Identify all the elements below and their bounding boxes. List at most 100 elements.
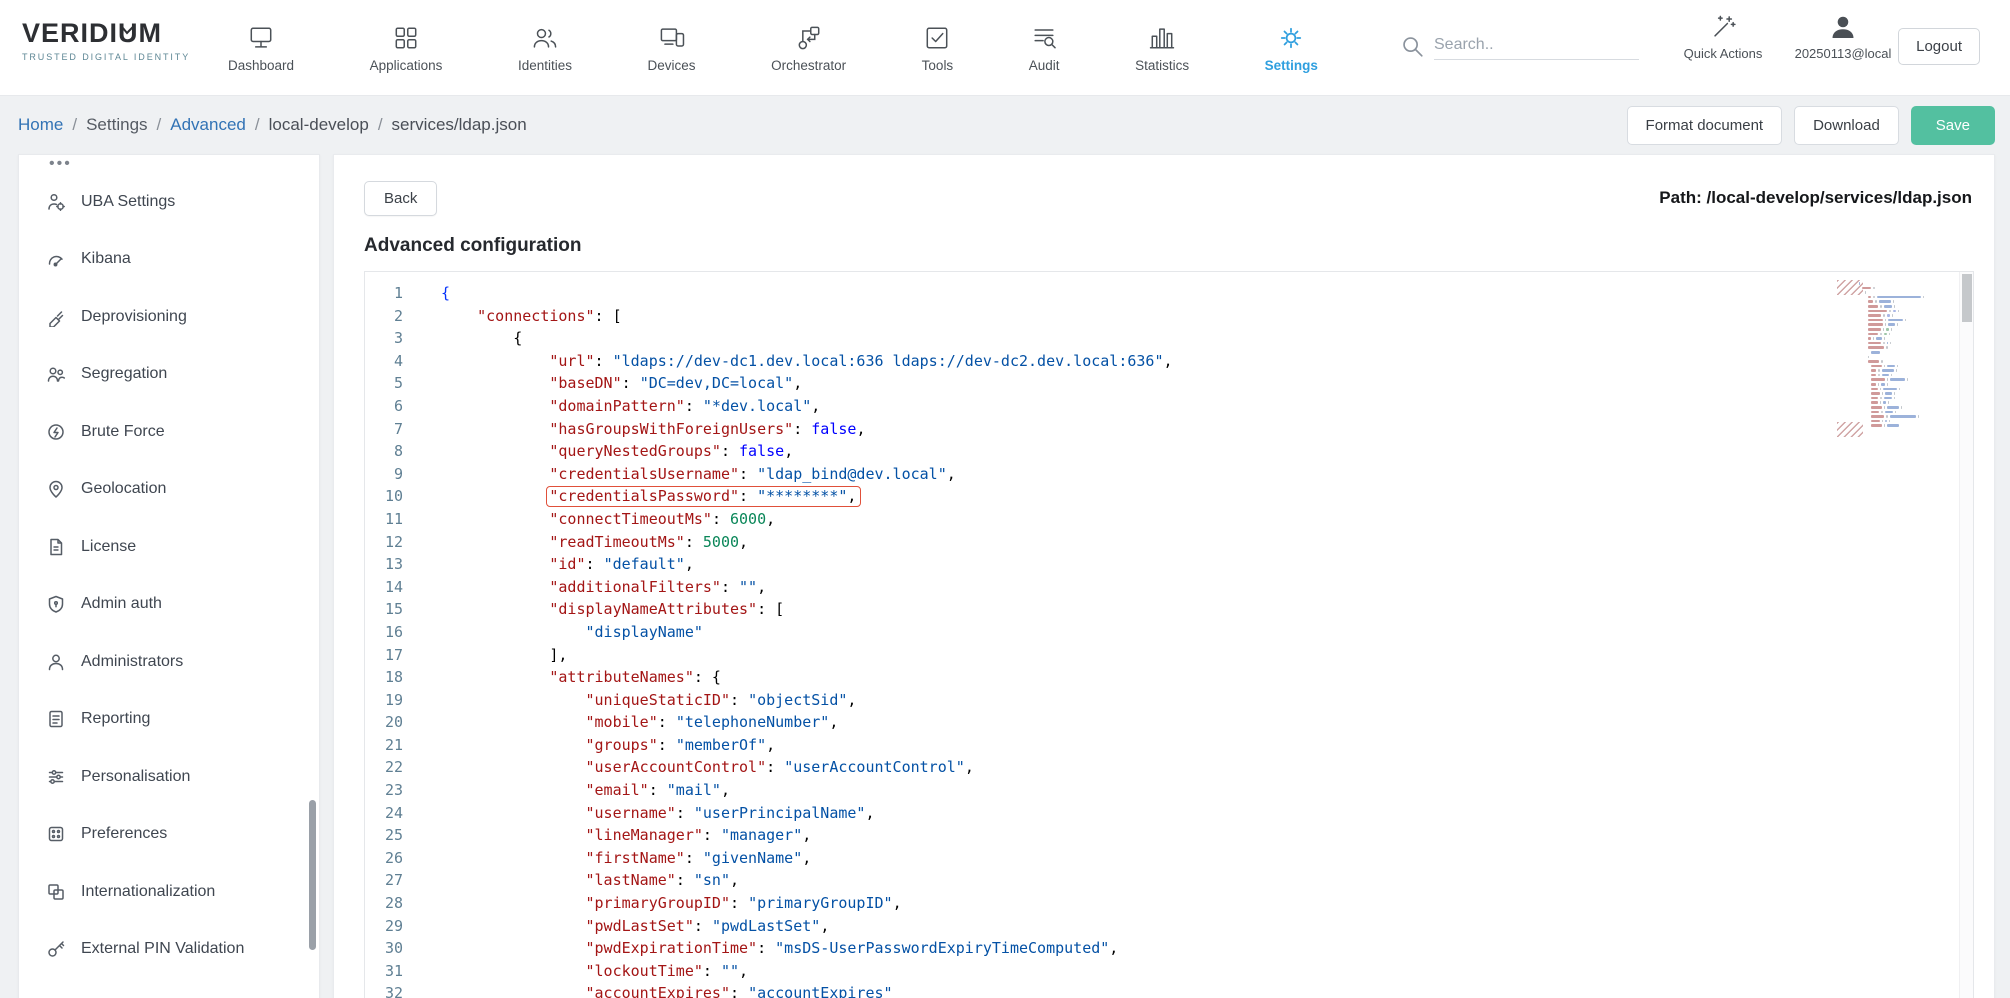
nav-item-audit[interactable]: Audit: [1029, 23, 1060, 73]
minimap-line: [1868, 360, 1955, 363]
admin-auth-icon: [46, 594, 66, 614]
breadcrumb-advanced[interactable]: Advanced: [170, 115, 246, 135]
sidebar-label: UBA Settings: [81, 193, 175, 211]
editor-scrollbar-thumb[interactable]: [1962, 274, 1972, 322]
code-line: "readTimeoutMs": 5000,: [441, 531, 1973, 554]
sidebar-label: Personalisation: [81, 768, 190, 786]
minimap-line: [1868, 296, 1955, 299]
sidebar-label: Reporting: [81, 710, 150, 728]
main-panel: Back Path: /local-develop/services/ldap.…: [333, 154, 1995, 998]
devices-icon: [657, 23, 687, 53]
kibana-icon: [46, 249, 66, 269]
nav-item-tools[interactable]: Tools: [922, 23, 954, 73]
breadcrumb-settings[interactable]: Settings: [86, 115, 147, 135]
sidebar-label: License: [81, 538, 136, 556]
preferences-icon: [46, 824, 66, 844]
line-number: 15: [365, 598, 403, 621]
nav-label: Tools: [922, 58, 954, 73]
minimap-hatch-bottom: [1837, 422, 1863, 437]
nav-item-orchestrator[interactable]: Orchestrator: [771, 23, 846, 73]
sidebar-item-preferences[interactable]: Preferences: [19, 806, 319, 864]
line-number: 32: [365, 982, 403, 998]
sidebar-item-personalisation[interactable]: Personalisation: [19, 748, 319, 806]
search-input[interactable]: [1434, 30, 1639, 60]
sidebar-item-partial-top[interactable]: •••: [19, 155, 319, 173]
nav-item-statistics[interactable]: Statistics: [1135, 23, 1189, 73]
line-number: 11: [365, 508, 403, 531]
breadcrumb-separator: /: [157, 115, 162, 135]
editor-code[interactable]: { "connections": [ { "url": "ldaps://dev…: [417, 272, 1973, 998]
sidebar-label: Administrators: [81, 653, 183, 671]
sidebar-item-reporting[interactable]: Reporting: [19, 691, 319, 749]
minimap-line: [1871, 392, 1955, 395]
json-editor[interactable]: 1234567891011121314151617181920212223242…: [364, 271, 1974, 998]
nav-item-dashboard[interactable]: Dashboard: [228, 23, 294, 73]
quick-actions-wand-icon: [1708, 12, 1738, 42]
nav-item-devices[interactable]: Devices: [648, 23, 696, 73]
sidebar-item-external-pin-validation[interactable]: External PIN Validation: [19, 921, 319, 979]
breadcrumb: Home / Settings / Advanced / local-devel…: [18, 115, 527, 135]
quick-actions-button[interactable]: Quick Actions: [1668, 12, 1778, 61]
line-number: 5: [365, 372, 403, 395]
sidebar-item-brute-force[interactable]: Brute Force: [19, 403, 319, 461]
reporting-icon: [46, 709, 66, 729]
sidebar-label: Geolocation: [81, 480, 166, 498]
sidebar-item-geolocation[interactable]: Geolocation: [19, 461, 319, 519]
sidebar-item-radius-client[interactable]: Radius Client: [19, 978, 319, 998]
sidebar-item-kibana[interactable]: Kibana: [19, 231, 319, 289]
line-number: 23: [365, 779, 403, 802]
sidebar-label: Brute Force: [81, 423, 165, 441]
nav-label: Audit: [1029, 58, 1060, 73]
sidebar-scrollbar-thumb[interactable]: [309, 800, 316, 950]
breadcrumb-local-develop: local-develop: [269, 115, 369, 135]
minimap-line: [1871, 397, 1955, 400]
download-button[interactable]: Download: [1794, 106, 1899, 145]
sidebar-label: Segregation: [81, 365, 167, 383]
nav-item-applications[interactable]: Applications: [370, 23, 443, 73]
sidebar-label: Preferences: [81, 825, 167, 843]
minimap-line: [1859, 282, 1955, 285]
sidebar-item-internationalization[interactable]: Internationalization: [19, 863, 319, 921]
minimap-line: [1871, 351, 1955, 354]
sidebar-item-deprovisioning[interactable]: Deprovisioning: [19, 288, 319, 346]
user-menu[interactable]: 20250113@local: [1788, 12, 1898, 61]
nav-item-identities[interactable]: Identities: [518, 23, 572, 73]
line-number: 6: [365, 395, 403, 418]
search-icon: [1398, 32, 1426, 60]
breadcrumb-home[interactable]: Home: [18, 115, 63, 135]
code-line: "lockoutTime": "",: [441, 960, 1973, 983]
breadcrumb-bar: Home / Settings / Advanced / local-devel…: [0, 96, 2010, 154]
sidebar-item-uba-settings[interactable]: UBA Settings: [19, 173, 319, 231]
nav-item-settings[interactable]: Settings: [1265, 23, 1318, 73]
line-number: 31: [365, 960, 403, 983]
sidebar-item-admin-auth[interactable]: Admin auth: [19, 576, 319, 634]
code-line: "id": "default",: [441, 553, 1973, 576]
code-line: "additionalFilters": "",: [441, 576, 1973, 599]
line-number: 1: [365, 282, 403, 305]
nav-label: Dashboard: [228, 58, 294, 73]
editor-minimap[interactable]: [1859, 282, 1955, 429]
save-button[interactable]: Save: [1911, 106, 1995, 145]
file-path-label: Path: /local-develop/services/ldap.json: [1659, 188, 1972, 208]
document-actions: Format document Download Save: [1627, 106, 1995, 145]
tools-icon: [922, 23, 952, 53]
back-button[interactable]: Back: [364, 181, 437, 216]
sidebar-label: External PIN Validation: [81, 940, 244, 958]
line-number: 13: [365, 553, 403, 576]
minimap-line: [1871, 401, 1955, 404]
editor-scrollbar[interactable]: [1959, 272, 1973, 998]
sidebar-item-segregation[interactable]: Segregation: [19, 346, 319, 404]
line-number: 21: [365, 734, 403, 757]
code-line: "baseDN": "DC=dev,DC=local",: [441, 372, 1973, 395]
password-highlight-box: "credentialsPassword": "********",: [546, 486, 861, 507]
code-line: {: [441, 282, 1973, 305]
sidebar-item-license[interactable]: License: [19, 518, 319, 576]
audit-icon: [1029, 23, 1059, 53]
statistics-icon: [1147, 23, 1177, 53]
breadcrumb-separator: /: [378, 115, 383, 135]
logout-button[interactable]: Logout: [1898, 28, 1980, 65]
sidebar-item-administrators[interactable]: Administrators: [19, 633, 319, 691]
line-number: 27: [365, 869, 403, 892]
format-document-button[interactable]: Format document: [1627, 106, 1783, 145]
minimap-line: [1868, 337, 1955, 340]
